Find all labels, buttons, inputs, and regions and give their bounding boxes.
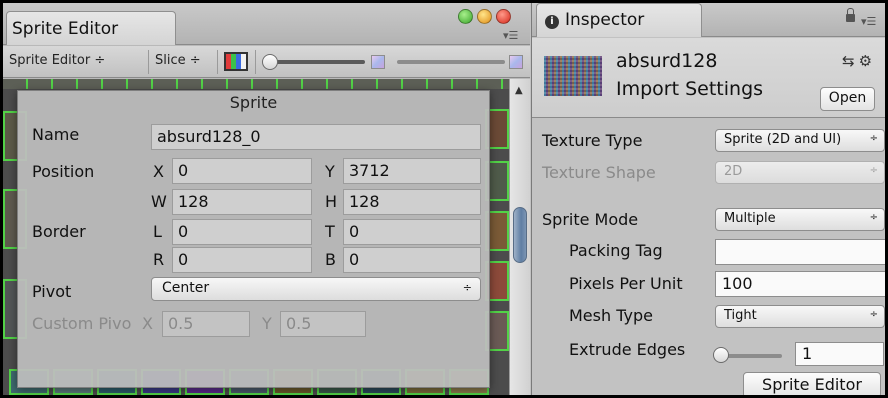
- l-axis-label: L: [153, 222, 162, 241]
- scrollbar-thumb[interactable]: [513, 207, 527, 263]
- border-top-field[interactable]: 0: [343, 219, 481, 245]
- inspector-window: i Inspector ▾☰ absurd128 Import Settings …: [531, 3, 885, 395]
- packing-tag-field[interactable]: [715, 239, 885, 265]
- toolbar-divider: [148, 50, 149, 74]
- packing-tag-label: Packing Tag: [569, 241, 663, 260]
- mesh-type-dropdown[interactable]: Tight ÷: [715, 305, 885, 328]
- zoom-icon[interactable]: [458, 9, 473, 24]
- custom-pivot-x-field[interactable]: 0.5: [162, 311, 250, 337]
- custom-pivot-y-label: Y: [262, 314, 272, 333]
- w-axis-label: W: [151, 192, 167, 211]
- chevron-updown-icon: ÷: [869, 133, 878, 144]
- position-label: Position: [32, 162, 95, 181]
- slice-dropdown-label: Slice: [155, 53, 186, 68]
- toolbar-divider: [255, 50, 256, 74]
- sprite-mode-value: Multiple: [724, 211, 776, 226]
- canvas-vertical-scrollbar[interactable]: ▲: [509, 79, 530, 395]
- inspector-tab-bar: i Inspector ▾☰: [532, 3, 885, 37]
- h-axis-label: H: [325, 192, 338, 211]
- pixels-per-unit-label: Pixels Per Unit: [569, 274, 683, 293]
- r-axis-label: R: [153, 250, 165, 269]
- slice-dropdown[interactable]: Slice ÷: [155, 53, 201, 68]
- sprite-editor-toolbar: Sprite Editor ÷ Slice ÷: [3, 46, 530, 78]
- height-field[interactable]: 128: [343, 189, 481, 215]
- chevron-updown-icon: ÷: [462, 281, 472, 294]
- border-right-field[interactable]: 0: [172, 247, 312, 273]
- asset-subtitle: Import Settings: [616, 78, 764, 100]
- mesh-type-value: Tight: [724, 308, 757, 323]
- panel-title: Sprite: [229, 93, 278, 112]
- pivot-dropdown-value: Center: [162, 280, 210, 296]
- sprite-editor-window: Sprite Editor ▾☰ Sprite Editor ÷ Slice ÷: [3, 3, 530, 395]
- inspector-tab-label: Inspector: [565, 10, 645, 30]
- color-channel-icon[interactable]: [224, 52, 248, 71]
- sprite-mode-dropdown[interactable]: Multiple ÷: [715, 208, 885, 231]
- app-frame: Sprite Editor ▾☰ Sprite Editor ÷ Slice ÷: [3, 3, 885, 395]
- texture-shape-dropdown: 2D ÷: [715, 161, 885, 184]
- texture-thumbnail: [544, 56, 602, 96]
- pixels-per-unit-field[interactable]: 100: [715, 271, 885, 297]
- name-label: Name: [32, 125, 80, 144]
- asset-name: absurd128: [616, 50, 718, 72]
- settings-icon[interactable]: ⇆⚙: [842, 52, 876, 70]
- tab-sprite-editor[interactable]: Sprite Editor: [6, 11, 176, 45]
- sprite-mode-label: Sprite Mode: [542, 210, 639, 229]
- width-field[interactable]: 128: [172, 189, 312, 215]
- pivot-label: Pivot: [32, 282, 72, 301]
- custom-pivot-y-field[interactable]: 0.5: [280, 311, 366, 337]
- alpha-icon: [509, 55, 523, 69]
- mesh-type-label: Mesh Type: [569, 306, 653, 325]
- extrude-slider-handle[interactable]: [713, 347, 729, 363]
- border-bottom-field[interactable]: 0: [343, 247, 481, 273]
- alpha-icon: [371, 55, 385, 69]
- texture-shape-value: 2D: [724, 164, 743, 179]
- x-axis-label: X: [153, 162, 164, 181]
- pivot-dropdown[interactable]: Center ÷: [151, 277, 481, 301]
- chevron-updown-icon: ÷: [189, 53, 201, 68]
- lock-icon[interactable]: [846, 8, 855, 22]
- tab-menu-icon[interactable]: ▾☰: [503, 29, 518, 42]
- chevron-updown-icon: ÷: [869, 212, 878, 223]
- y-axis-label: Y: [325, 162, 335, 181]
- chevron-updown-icon: ÷: [869, 309, 878, 320]
- texture-shape-label: Texture Shape: [542, 163, 656, 182]
- position-x-field[interactable]: 0: [172, 158, 312, 184]
- chevron-updown-icon: ÷: [94, 53, 106, 68]
- sprite-name-field[interactable]: absurd128_0: [151, 124, 481, 150]
- minimize-icon[interactable]: [477, 9, 492, 24]
- scroll-up-icon[interactable]: ▲: [515, 85, 523, 96]
- sprite-editor-tab-bar: Sprite Editor ▾☰: [3, 3, 530, 45]
- extrude-edges-field[interactable]: 1: [795, 342, 884, 366]
- extrude-edges-label: Extrude Edges: [569, 340, 686, 359]
- tab-inspector[interactable]: i Inspector: [536, 3, 702, 37]
- zoom-slider-track[interactable]: [273, 60, 365, 64]
- b-axis-label: B: [325, 250, 336, 269]
- border-left-field[interactable]: 0: [172, 219, 312, 245]
- mode-dropdown-label: Sprite Editor: [9, 53, 91, 68]
- t-axis-label: T: [325, 222, 335, 241]
- border-label: Border: [32, 222, 86, 241]
- mode-dropdown[interactable]: Sprite Editor ÷: [9, 53, 105, 68]
- texture-type-value: Sprite (2D and UI): [724, 132, 842, 147]
- asset-header: absurd128 Import Settings ⇆⚙ Open: [532, 38, 885, 118]
- texture-type-dropdown[interactable]: Sprite (2D and UI) ÷: [715, 129, 885, 152]
- custom-pivot-label: Custom Pivo: [32, 314, 132, 333]
- mip-slider-track[interactable]: [397, 60, 505, 64]
- chevron-updown-icon: ÷: [869, 165, 878, 176]
- texture-type-label: Texture Type: [542, 131, 643, 150]
- open-button[interactable]: Open: [820, 87, 875, 111]
- sprite-row-strip: [3, 79, 509, 89]
- tab-menu-icon[interactable]: ▾☰: [861, 15, 876, 28]
- info-icon: i: [545, 15, 559, 29]
- sprite-properties-panel: Sprite Name absurd128_0 Position X 0 Y 3…: [17, 90, 490, 388]
- position-y-field[interactable]: 3712: [343, 158, 481, 184]
- zoom-slider-handle[interactable]: [262, 54, 278, 70]
- custom-pivot-x-label: X: [142, 314, 153, 333]
- sprite-editor-button[interactable]: Sprite Editor: [743, 372, 881, 395]
- toolbar-divider: [217, 50, 218, 74]
- close-icon[interactable]: [496, 9, 511, 24]
